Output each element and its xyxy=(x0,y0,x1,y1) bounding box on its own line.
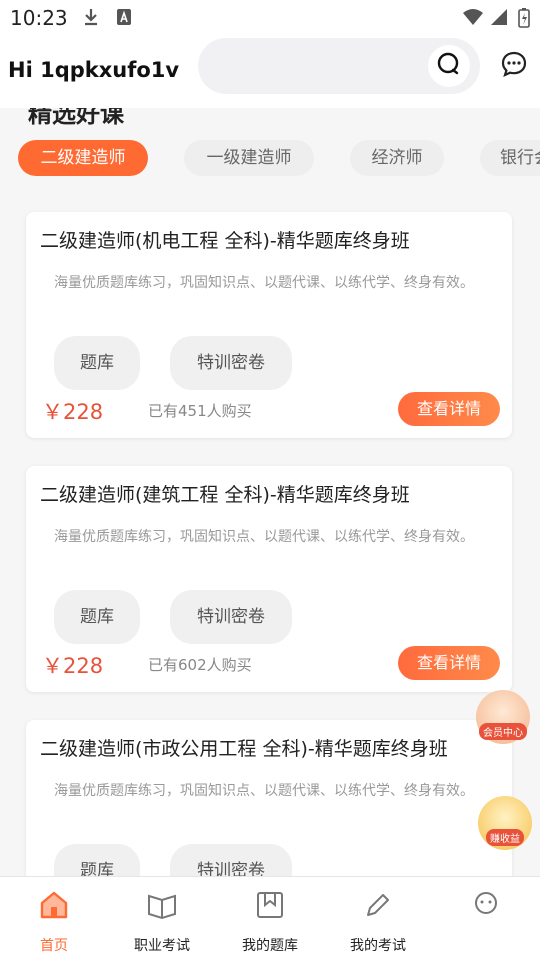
nav-my-exams[interactable]: 我的考试 xyxy=(324,887,432,955)
signal-icon xyxy=(490,8,508,30)
course-title: 二级建造师(市政公用工程 全科)-精华题库终身班 xyxy=(40,738,448,760)
tag-mijuan: 特训密卷 xyxy=(170,336,292,390)
course-title: 二级建造师(机电工程 全科)-精华题库终身班 xyxy=(40,230,410,252)
view-details-button[interactable]: 查看详情 xyxy=(398,392,500,426)
battery-icon xyxy=(518,8,530,32)
tag-tiku: 题库 xyxy=(54,590,140,644)
wifi-icon xyxy=(462,8,484,30)
category-tabs: 二级建造师 一级建造师 经济师 银行会 xyxy=(0,140,540,180)
course-card[interactable]: 二级建造师(市政公用工程 全科)-精华题库终身班 海量优质题库练习，巩固知识点、… xyxy=(26,720,512,900)
earn-label: 赚收益 xyxy=(486,829,524,846)
course-price: ￥228 xyxy=(42,654,104,678)
nav-my-tiku-label: 我的题库 xyxy=(242,938,298,954)
member-center-label: 会员中心 xyxy=(479,723,527,740)
header: Hi 1qpkxufo1v xyxy=(0,36,540,106)
profile-icon xyxy=(432,887,540,923)
course-description: 海量优质题库练习，巩固知识点、以题代课、以练代学、终身有效。 xyxy=(54,275,474,291)
pencil-icon xyxy=(324,887,432,923)
home-icon xyxy=(0,887,108,923)
nav-my-tiku[interactable]: 我的题库 xyxy=(216,887,324,955)
chat-icon xyxy=(500,50,528,82)
course-title: 二级建造师(建筑工程 全科)-精华题库终身班 xyxy=(40,484,410,506)
bottom-nav: 首页 职业考试 我的题库 我的考试 xyxy=(0,876,540,961)
bookmark-icon xyxy=(216,887,324,923)
search-icon xyxy=(437,52,461,80)
nav-exams-label: 职业考试 xyxy=(134,938,190,954)
download-icon xyxy=(82,8,100,30)
nav-exams[interactable]: 职业考试 xyxy=(108,887,216,955)
course-price: ￥228 xyxy=(42,400,104,424)
nav-my-exams-label: 我的考试 xyxy=(350,938,406,954)
nav-home[interactable]: 首页 xyxy=(0,887,108,955)
view-details-button[interactable]: 查看详情 xyxy=(398,646,500,680)
search-input[interactable] xyxy=(198,38,480,94)
tab-jingjishi[interactable]: 经济师 xyxy=(350,140,444,176)
course-card[interactable]: 二级建造师(机电工程 全科)-精华题库终身班 海量优质题库练习，巩固知识点、以题… xyxy=(26,212,512,438)
tab-erjian[interactable]: 二级建造师 xyxy=(18,140,148,176)
nav-profile[interactable] xyxy=(432,887,540,935)
search-button[interactable] xyxy=(428,45,470,87)
course-description: 海量优质题库练习，巩固知识点、以题代课、以练代学、终身有效。 xyxy=(54,783,474,799)
greeting-text: Hi 1qpkxufo1v xyxy=(8,58,180,82)
course-card[interactable]: 二级建造师(建筑工程 全科)-精华题库终身班 海量优质题库练习，巩固知识点、以题… xyxy=(26,466,512,692)
message-button[interactable] xyxy=(498,50,530,82)
tab-yijian[interactable]: 一级建造师 xyxy=(184,140,314,176)
a-icon xyxy=(116,8,132,30)
nav-home-label: 首页 xyxy=(40,938,68,954)
status-time: 10:23 xyxy=(10,6,68,30)
sold-count: 已有602人购买 xyxy=(148,656,252,674)
tag-tiku: 题库 xyxy=(54,336,140,390)
status-bar: 10:23 xyxy=(0,0,540,36)
book-icon xyxy=(108,887,216,923)
course-description: 海量优质题库练习，巩固知识点、以题代课、以练代学、终身有效。 xyxy=(54,529,474,545)
tab-bank[interactable]: 银行会 xyxy=(480,140,540,176)
earn-button[interactable]: 赚收益 xyxy=(478,796,532,850)
sold-count: 已有451人购买 xyxy=(148,402,252,420)
tag-mijuan: 特训密卷 xyxy=(170,590,292,644)
member-center-button[interactable]: 会员中心 xyxy=(476,690,530,744)
